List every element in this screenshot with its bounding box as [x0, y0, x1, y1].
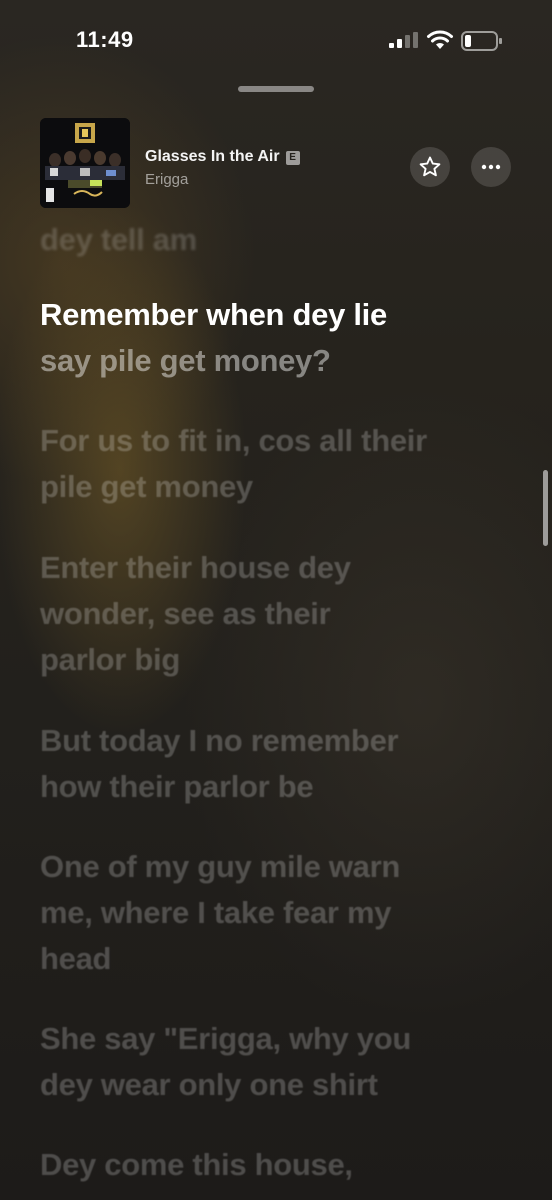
lyric-text: say pile get money?: [40, 343, 331, 378]
lyric-text: But today I no remember: [40, 723, 399, 758]
ellipsis-icon: [481, 164, 501, 170]
lyric-line[interactable]: But today I no remember how their parlor…: [40, 718, 510, 810]
now-playing-header: Glasses In the Air E Erigga: [0, 110, 552, 220]
lyric-text: For us to fit in, cos all their: [40, 423, 427, 458]
lyrics-view[interactable]: dey tell am Remember when dey lie say pi…: [0, 220, 552, 1200]
cellular-signal-icon: [389, 32, 418, 48]
explicit-badge: E: [285, 151, 300, 165]
scrollbar[interactable]: [543, 470, 548, 546]
lyric-text: She say "Erigga, why you: [40, 1021, 412, 1056]
lyric-text: Enter their house dey: [40, 550, 351, 585]
lyric-text: Remember when dey lie: [40, 297, 387, 332]
favorite-button[interactable]: [410, 147, 450, 187]
lyric-text: wonder, see as their: [40, 596, 331, 631]
lyric-text: parlor big: [40, 642, 180, 677]
sheet-grabber[interactable]: [238, 86, 314, 92]
battery-icon: [461, 31, 502, 51]
lyric-line[interactable]: She say "Erigga, why you dey wear only o…: [40, 1016, 510, 1108]
album-artwork[interactable]: [40, 118, 130, 208]
lyric-text: how their parlor be: [40, 769, 314, 804]
song-title: Glasses In the Air E: [145, 148, 300, 166]
song-title-text: Glasses In the Air: [145, 148, 280, 165]
lyric-text: dey tell am: [40, 222, 197, 257]
lyric-line[interactable]: Enter their house dey wonder, see as the…: [40, 545, 510, 683]
lyric-text: One of my guy mile warn: [40, 849, 401, 884]
artist-name[interactable]: Erigga: [145, 171, 188, 188]
status-bar: 11:49: [0, 0, 552, 80]
lyric-text: head: [40, 941, 112, 976]
lyric-line-previous[interactable]: dey tell am: [40, 220, 510, 263]
lyric-text: Dey come this house,: [40, 1147, 353, 1182]
lyric-line[interactable]: For us to fit in, cos all their pile get…: [40, 418, 510, 510]
clock: 11:49: [76, 27, 134, 52]
more-options-button[interactable]: [471, 147, 511, 187]
lyric-text: me, where I take fear my: [40, 895, 392, 930]
lyric-text: dey wear only one shirt: [40, 1067, 378, 1102]
wifi-icon: [427, 30, 453, 49]
lyric-line[interactable]: Dey come this house,: [40, 1142, 510, 1188]
lyric-line[interactable]: One of my guy mile warn me, where I take…: [40, 844, 510, 982]
lyric-line-active[interactable]: Remember when dey lie say pile get money…: [40, 292, 510, 384]
lyric-text: pile get money: [40, 469, 253, 504]
star-icon: [419, 156, 441, 177]
